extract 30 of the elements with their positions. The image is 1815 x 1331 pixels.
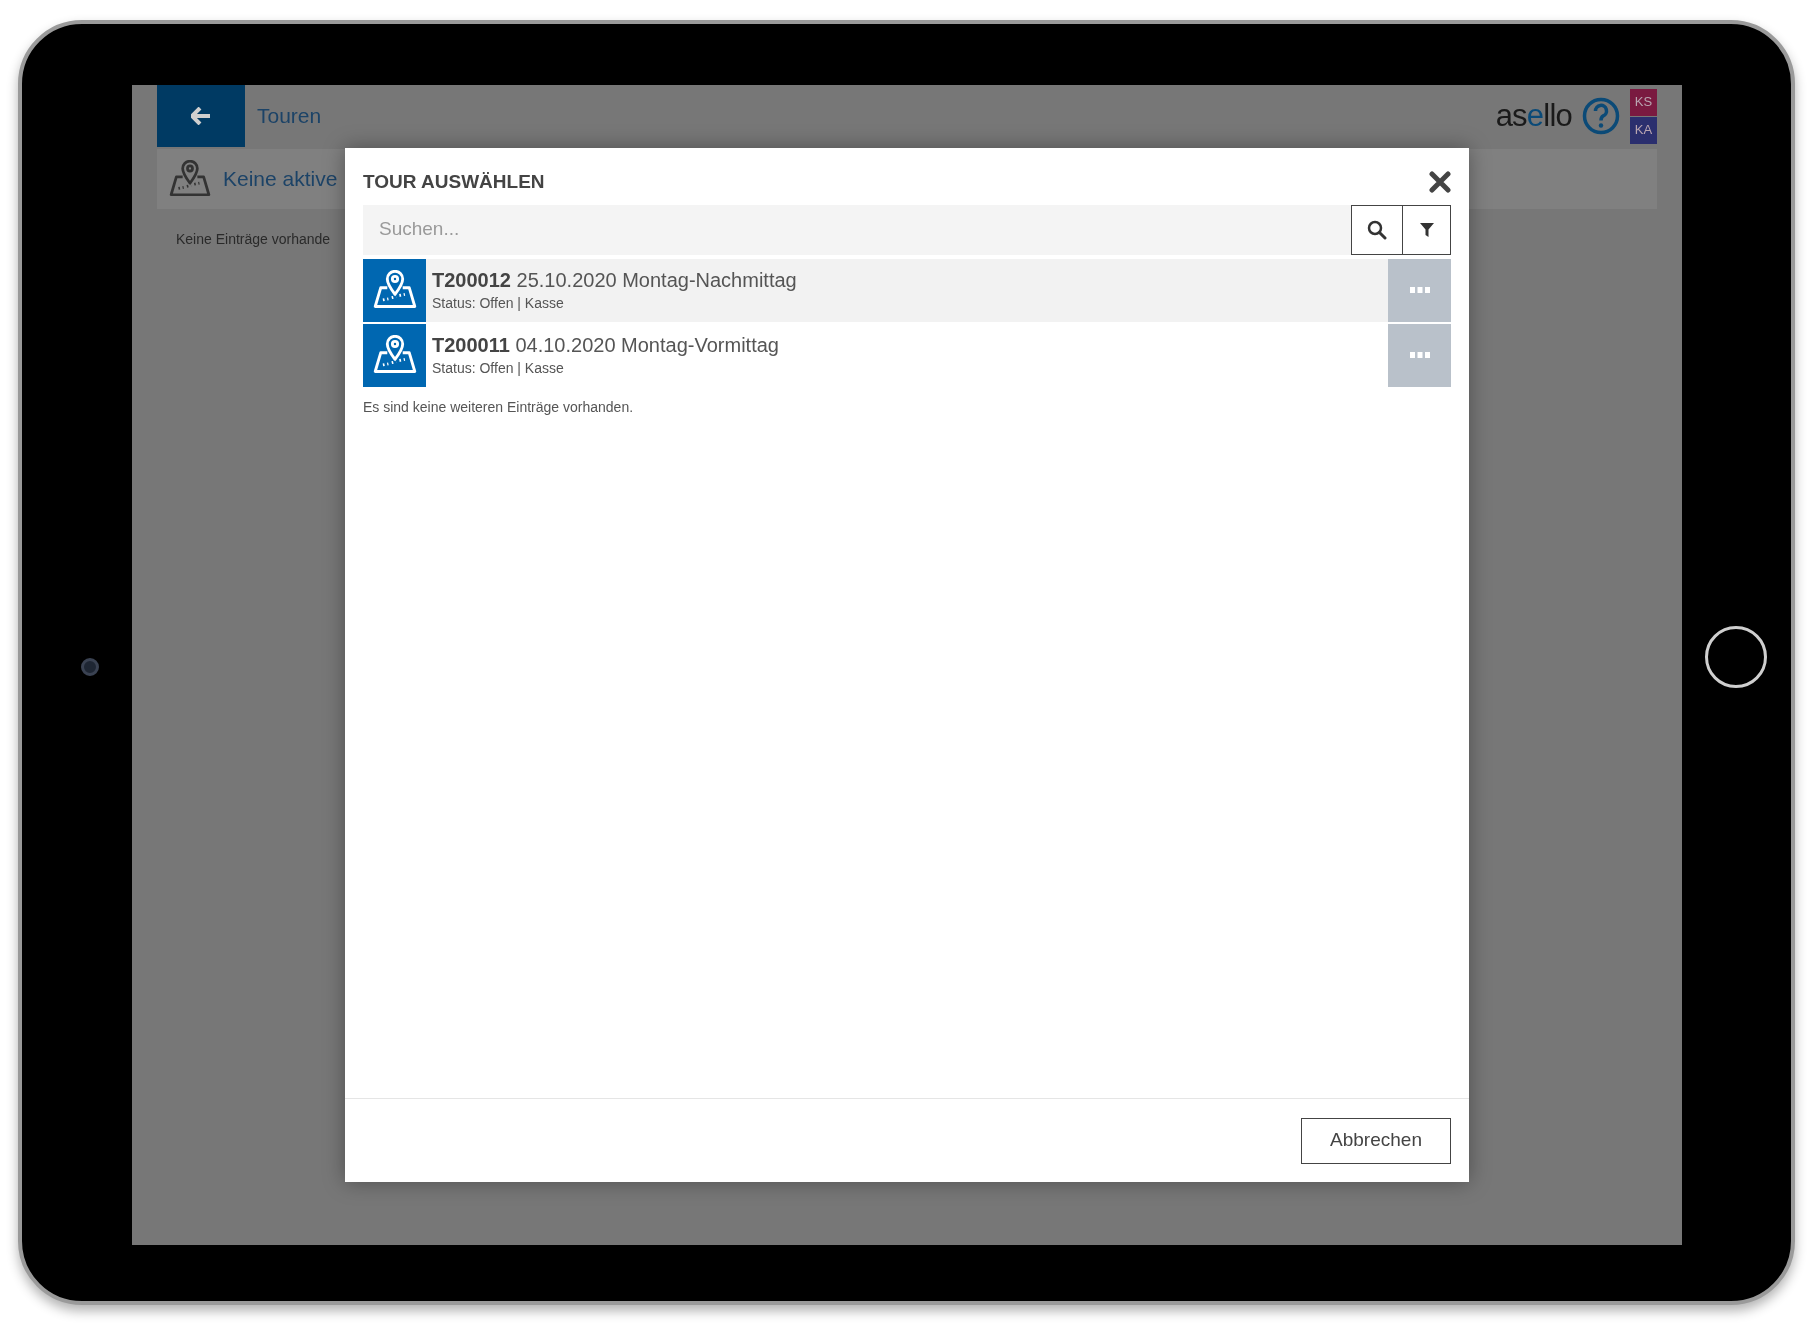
camera-icon xyxy=(81,658,99,676)
user-badge[interactable]: KA xyxy=(1630,116,1657,144)
more-icon xyxy=(1409,287,1430,293)
tour-title: T200011 04.10.2020 Montag-Vormittag xyxy=(432,332,780,358)
tour-row[interactable]: T200012 25.10.2020 Montag-Nachmittag Status: Offen | Kasse xyxy=(363,258,1451,322)
tour-row[interactable]: T200011 04.10.2020 Montag-Vormittag Status: Offen | Kasse xyxy=(363,323,1451,387)
dialog-title: TOUR AUSWÄHLEN xyxy=(363,170,545,194)
tour-status: Status: Offen | Kasse xyxy=(432,358,565,378)
back-arrow-icon xyxy=(191,107,211,125)
search-icon xyxy=(1367,219,1387,240)
tour-status: Status: Offen | Kasse xyxy=(432,293,565,313)
more-icon xyxy=(1409,352,1430,358)
banner-text: Keine aktive xyxy=(223,166,338,193)
map-icon xyxy=(169,160,211,198)
map-icon xyxy=(372,335,417,375)
user-badge[interactable]: KS xyxy=(1630,88,1657,116)
empty-message: Keine Einträge vorhande xyxy=(176,230,331,249)
page-title: Touren xyxy=(257,103,322,130)
cancel-button[interactable]: Abbrechen xyxy=(1301,1117,1451,1164)
filter-icon xyxy=(1418,221,1435,238)
footer-note: Es sind keine weiteren Einträge vorhanden. xyxy=(363,397,635,417)
filter-button[interactable] xyxy=(1403,204,1451,255)
logo: asello xyxy=(1495,96,1572,135)
tour-title: T200012 25.10.2020 Montag-Nachmittag xyxy=(432,267,798,293)
search-field[interactable]: Suchen... xyxy=(363,204,1351,255)
close-icon[interactable] xyxy=(1429,171,1451,194)
search-button[interactable] xyxy=(1351,204,1403,255)
map-icon xyxy=(372,270,417,310)
home-button[interactable] xyxy=(1705,626,1767,688)
back-button[interactable] xyxy=(157,85,245,147)
